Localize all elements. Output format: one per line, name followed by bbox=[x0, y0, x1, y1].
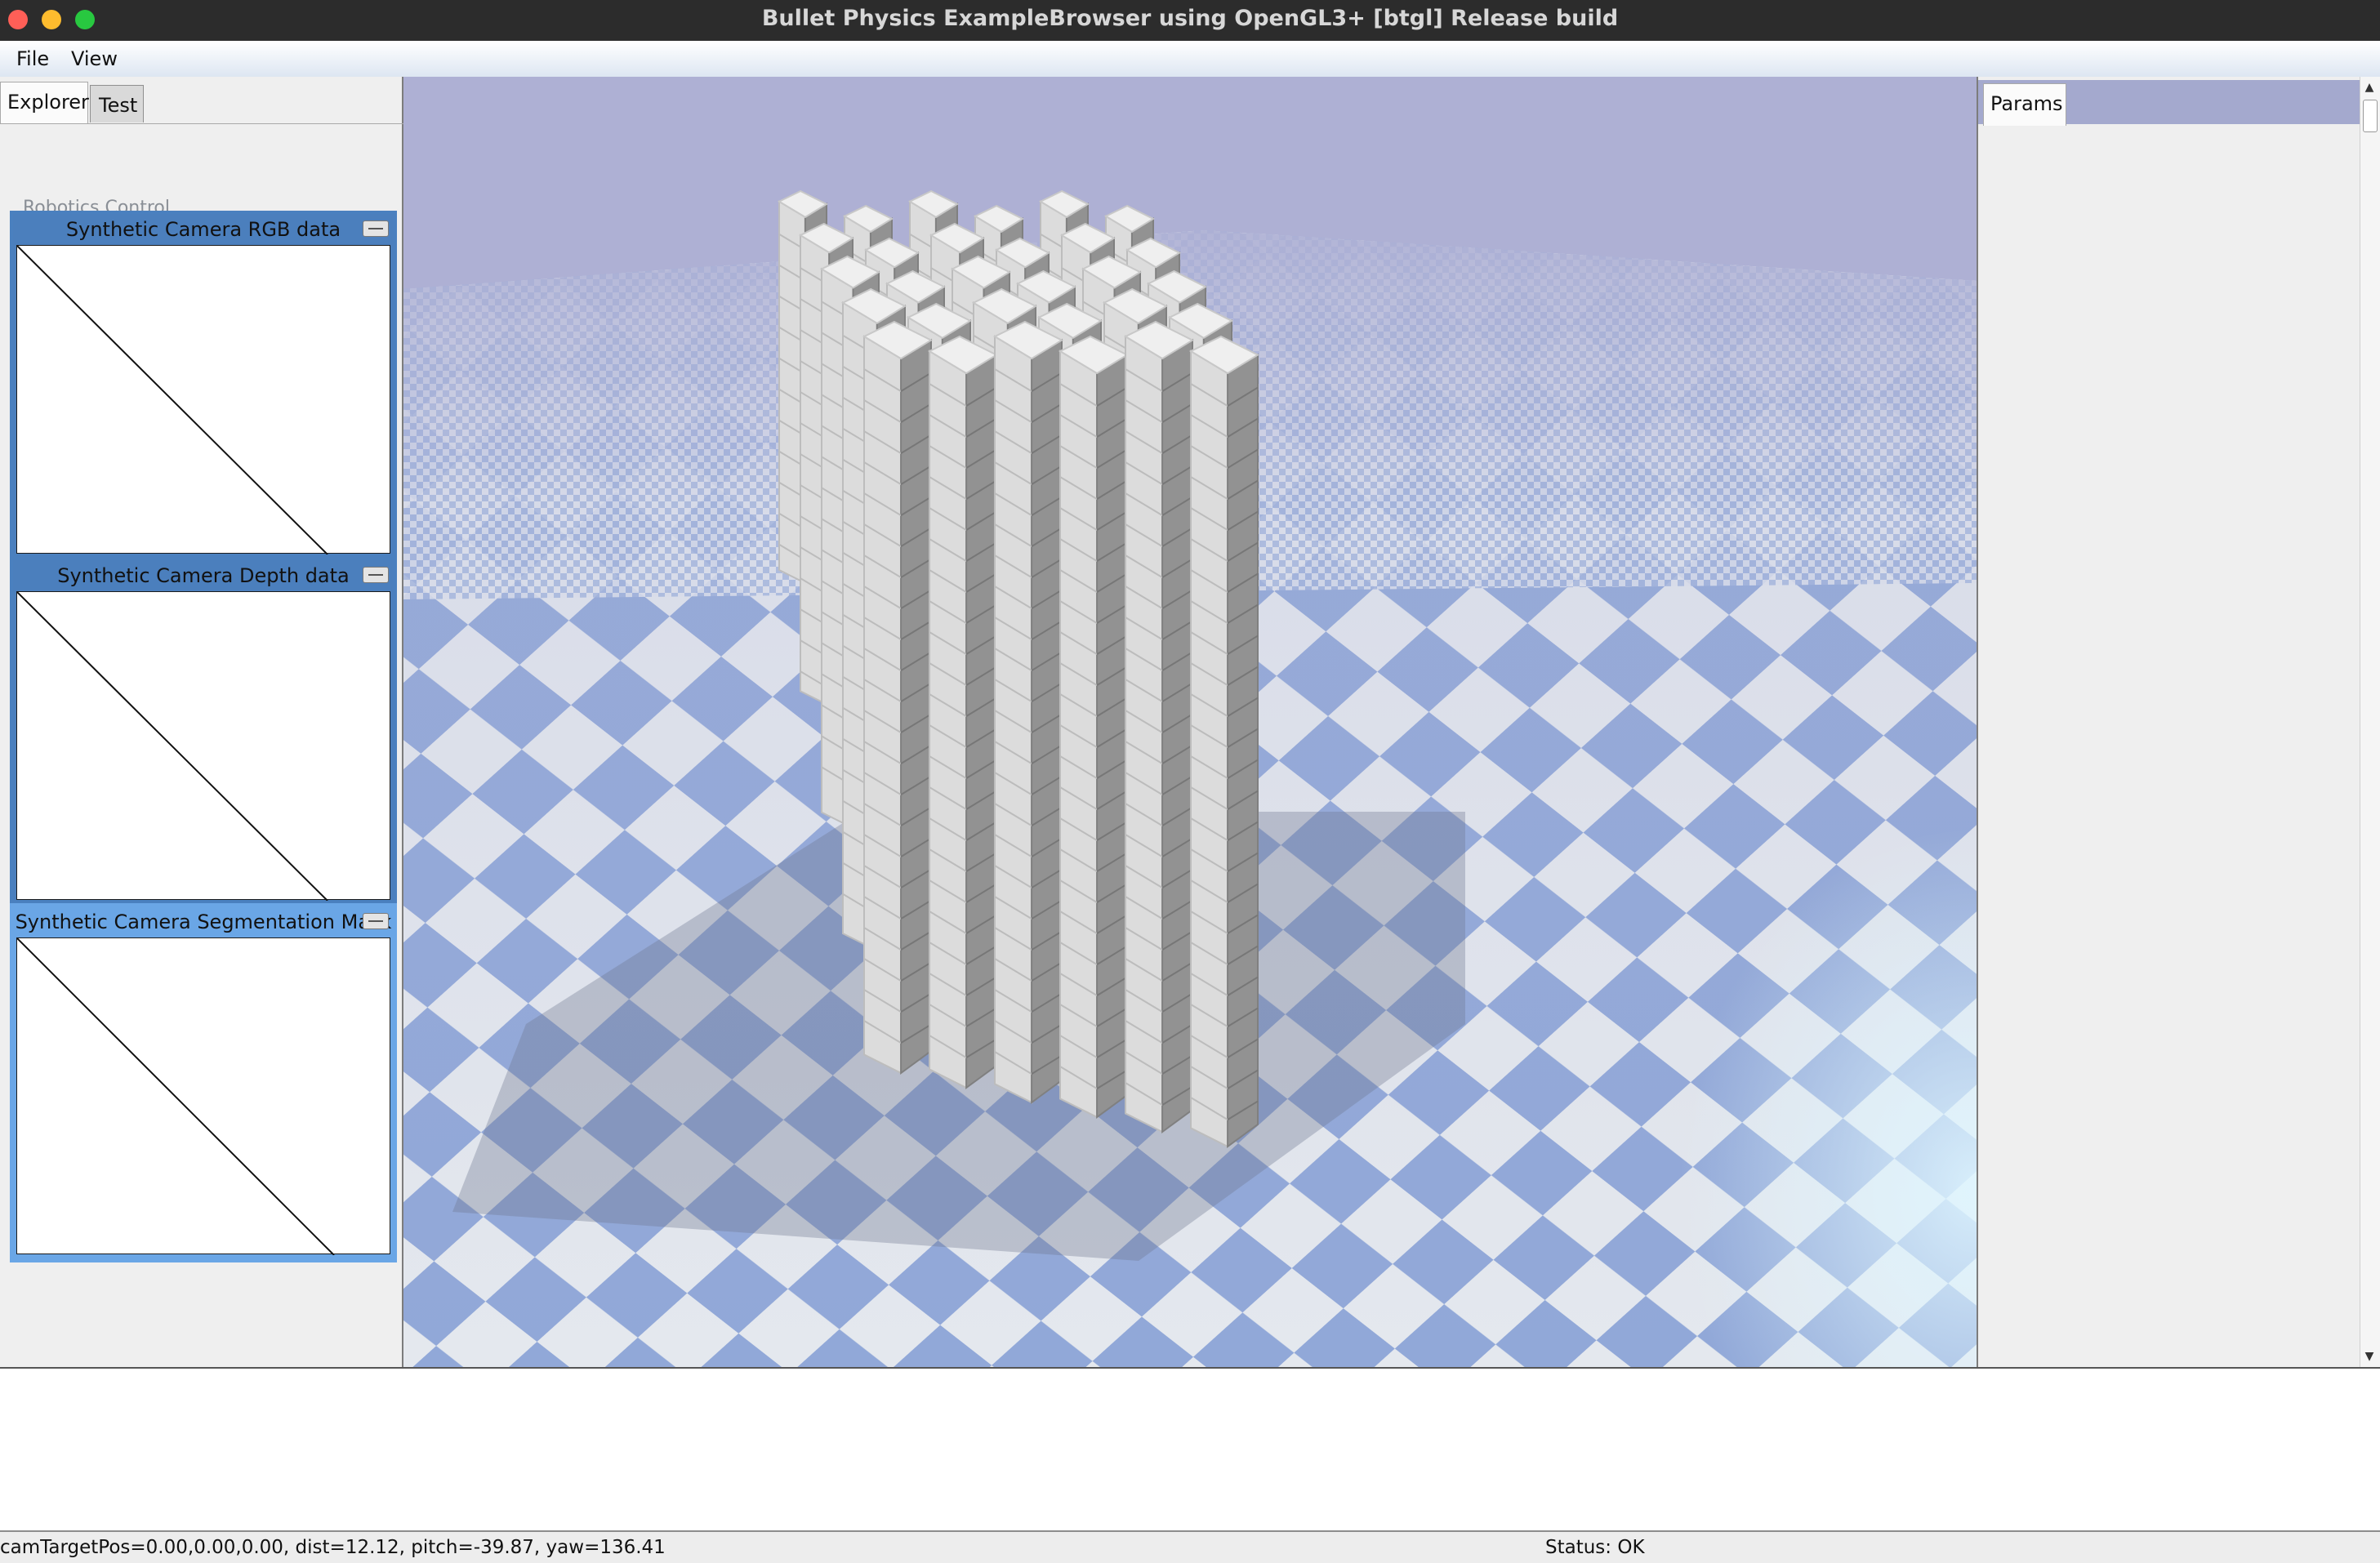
camera-window-depth-title[interactable]: Synthetic Camera Depth data bbox=[13, 560, 394, 591]
scroll-up-icon[interactable]: ▲ bbox=[2362, 80, 2377, 95]
scroll-thumb[interactable] bbox=[2363, 100, 2378, 132]
3d-viewport[interactable] bbox=[403, 77, 1977, 1367]
params-panel: Params ▲ ▼ bbox=[1977, 77, 2380, 1367]
explorer-panel: Explorer Test Robotics Control Synthetic… bbox=[0, 77, 403, 1367]
camera-rgb-image bbox=[16, 245, 390, 554]
minimize-button[interactable] bbox=[363, 567, 389, 583]
menu-view[interactable]: View bbox=[71, 47, 118, 70]
camera-window-segmentation-label: Synthetic Camera Segmentation Mask bbox=[15, 911, 392, 933]
camera-window-segmentation-title[interactable]: Synthetic Camera Segmentation Mask bbox=[13, 906, 394, 937]
camera-status-text: camTargetPos=0.00,0.00,0.00, dist=12.12,… bbox=[0, 1537, 666, 1558]
camera-window-segmentation[interactable]: Synthetic Camera Segmentation Mask bbox=[10, 903, 397, 1262]
window-title: Bullet Physics ExampleBrowser using Open… bbox=[761, 6, 1619, 31]
camera-window-rgb[interactable]: Synthetic Camera RGB data bbox=[10, 211, 397, 557]
menu-bar: File View bbox=[0, 41, 2380, 78]
status-text: Status: OK bbox=[1545, 1537, 1645, 1558]
camera-window-rgb-title[interactable]: Synthetic Camera RGB data bbox=[13, 214, 394, 245]
camera-window-depth[interactable]: Synthetic Camera Depth data bbox=[10, 557, 397, 903]
minimize-button[interactable] bbox=[363, 913, 389, 929]
tab-params[interactable]: Params bbox=[1983, 83, 2066, 126]
title-bar: Bullet Physics ExampleBrowser using Open… bbox=[0, 0, 2380, 41]
physics-scene[interactable] bbox=[403, 77, 1977, 1367]
tab-explorer[interactable]: Explorer bbox=[0, 82, 89, 124]
empty-image-placeholder bbox=[17, 246, 328, 554]
minimize-button[interactable] bbox=[363, 220, 389, 237]
console-output bbox=[0, 1367, 2380, 1530]
camera-segmentation-image bbox=[16, 937, 390, 1255]
tab-test[interactable]: Test bbox=[90, 85, 144, 122]
camera-window-depth-label: Synthetic Camera Depth data bbox=[57, 564, 350, 587]
empty-image-placeholder bbox=[17, 592, 328, 901]
status-bar: camTargetPos=0.00,0.00,0.00, dist=12.12,… bbox=[0, 1530, 2380, 1563]
scroll-down-icon[interactable]: ▼ bbox=[2362, 1349, 2377, 1364]
camera-depth-image bbox=[16, 591, 390, 901]
params-scrollbar[interactable]: ▲ ▼ bbox=[2360, 77, 2380, 1367]
empty-image-placeholder bbox=[17, 938, 335, 1255]
explorer-tab-body: Robotics Control Synthetic Camera RGB da… bbox=[0, 123, 403, 1368]
camera-window-rgb-label: Synthetic Camera RGB data bbox=[65, 218, 341, 241]
params-tabstrip: Params bbox=[1978, 80, 2362, 126]
menu-file[interactable]: File bbox=[16, 47, 49, 70]
